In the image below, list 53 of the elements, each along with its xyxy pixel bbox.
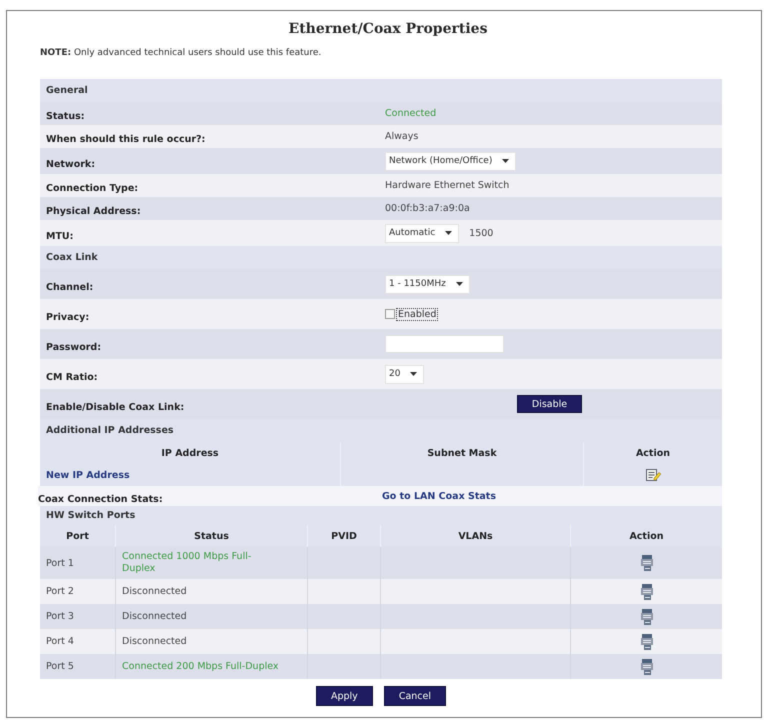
field-label: Status: bbox=[46, 111, 85, 122]
dropdown[interactable]: 20 bbox=[385, 364, 424, 384]
form-button[interactable]: Apply bbox=[316, 686, 373, 706]
status-text: Connected 1000 Mbps Full-Duplex bbox=[122, 551, 252, 575]
status-text: Connected 200 Mbps Full-Duplex bbox=[122, 660, 279, 672]
new-ip-link[interactable]: New IP Address bbox=[46, 470, 130, 480]
caret-icon bbox=[502, 159, 510, 163]
port-label: Port 2 bbox=[46, 586, 74, 597]
port-label: Port 3 bbox=[46, 611, 74, 622]
field-label: Privacy: bbox=[46, 312, 90, 322]
dropdown[interactable]: Network (Home/Office) bbox=[385, 152, 516, 170]
password-field[interactable] bbox=[385, 335, 504, 353]
stats-link[interactable]: Go to LAN Coax Stats bbox=[382, 490, 496, 502]
printer-icon[interactable] bbox=[640, 584, 652, 600]
status-text: Disconnected bbox=[122, 610, 187, 622]
field-label: MTU: bbox=[46, 230, 74, 242]
status-text: Disconnected bbox=[122, 586, 187, 598]
printer-icon[interactable] bbox=[640, 555, 652, 571]
caret-icon bbox=[410, 372, 418, 376]
caret-icon bbox=[445, 231, 452, 235]
note-text: NOTE: Only advanced technical users should use this feature. bbox=[40, 47, 322, 60]
field-label: Physical Address: bbox=[46, 206, 141, 217]
field-label: Enable/Disable Coax Link: bbox=[46, 402, 184, 412]
field-value: Always bbox=[385, 131, 418, 142]
form-button[interactable]: Cancel bbox=[384, 686, 446, 706]
status-text: Disconnected bbox=[122, 636, 187, 648]
checkbox-label[interactable]: Enabled bbox=[397, 308, 438, 320]
notepad-pencil-icon[interactable] bbox=[646, 469, 660, 481]
field-value: 1500 bbox=[469, 228, 494, 238]
page-title: Ethernet/Coax Properties bbox=[288, 20, 488, 39]
port-label: Port 1 bbox=[46, 558, 74, 568]
field-label: Password: bbox=[46, 342, 102, 352]
field-label: Coax Connection Stats: bbox=[38, 494, 163, 504]
field-label: When should this rule occur?: bbox=[46, 134, 206, 145]
port-label: Port 5 bbox=[46, 661, 74, 672]
field-label: Network: bbox=[46, 158, 96, 170]
printer-icon[interactable] bbox=[640, 634, 652, 650]
disable-button[interactable]: Disable bbox=[516, 395, 582, 413]
field-label: Channel: bbox=[46, 282, 94, 292]
column-header: Port bbox=[65, 530, 90, 544]
field-label: CM Ratio: bbox=[46, 372, 98, 382]
field-label: Connection Type: bbox=[46, 183, 138, 194]
port-label: Port 4 bbox=[46, 636, 74, 647]
status-text: Connected bbox=[385, 108, 436, 119]
printer-icon[interactable] bbox=[640, 608, 652, 624]
caret-icon bbox=[456, 282, 463, 286]
column-header: IP Address bbox=[160, 446, 220, 460]
dropdown[interactable]: 1 - 1150MHz bbox=[385, 274, 470, 294]
field-value: 00:0f:b3:a7:a9:0a bbox=[385, 203, 470, 214]
printer-icon[interactable] bbox=[640, 658, 652, 674]
field-value: Hardware Ethernet Switch bbox=[385, 180, 510, 191]
checkbox[interactable] bbox=[385, 309, 395, 319]
dropdown[interactable]: Automatic bbox=[385, 224, 460, 242]
